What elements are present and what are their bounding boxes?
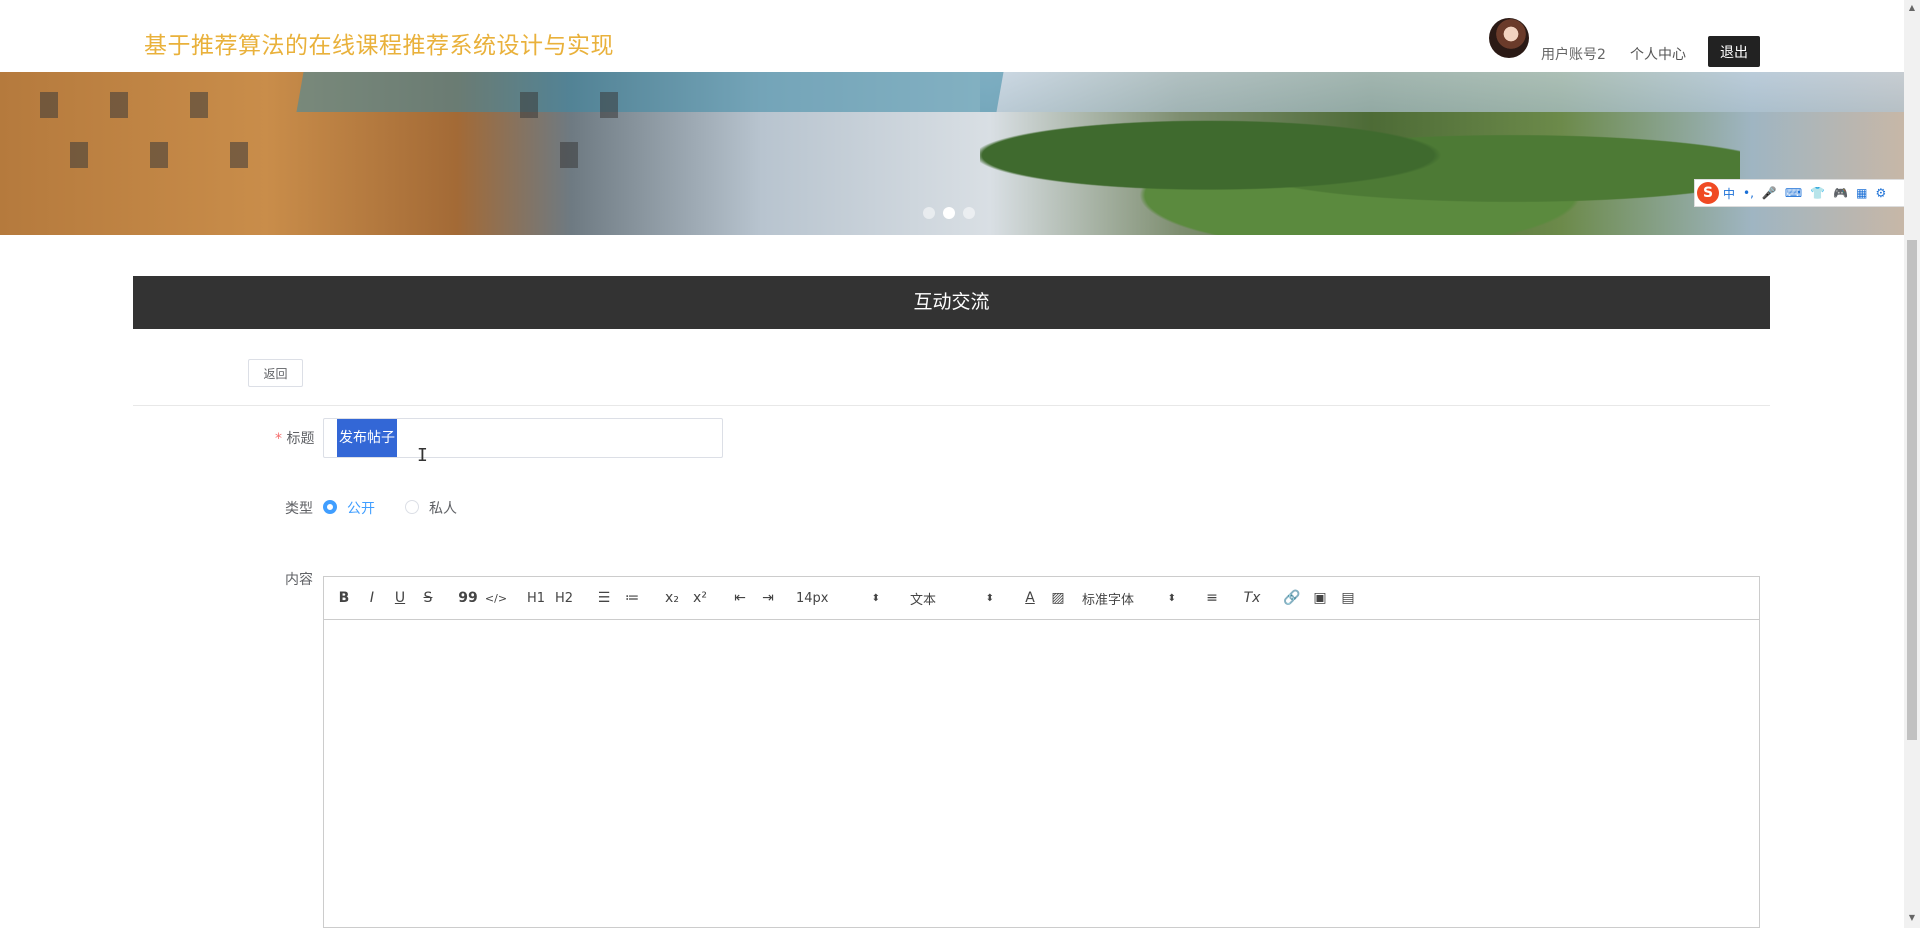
underline-button[interactable]: U: [386, 586, 414, 610]
select-arrows-icon: ⬍: [985, 592, 994, 604]
ime-logo-icon[interactable]: S: [1697, 182, 1719, 204]
mic-icon[interactable]: 🎤: [1762, 186, 1777, 200]
h1-button[interactable]: H1: [522, 586, 550, 610]
background-color-icon[interactable]: ▨: [1044, 586, 1072, 610]
font-family-value: 标准字体: [1082, 592, 1135, 608]
title-label: * 标题: [275, 428, 314, 448]
bullet-list-icon[interactable]: ≔: [618, 586, 646, 610]
font-family-select[interactable]: 标准字体 ⬍: [1082, 589, 1176, 608]
title-label-text: 标题: [286, 431, 315, 447]
editor-toolbar: B I U S 99 </> H1 H2 ☰ ≔ x₂ x² ⇤ ⇥ 14px …: [324, 577, 1759, 620]
section-title: 互动交流: [133, 276, 1770, 329]
video-icon[interactable]: ▤: [1334, 586, 1362, 610]
ime-toolbar[interactable]: S 中 •, 🎤 ⌨ 👕 🎮 ▦ ⚙: [1694, 179, 1918, 207]
subscript-button[interactable]: x₂: [658, 586, 686, 610]
keyboard-icon[interactable]: ⌨: [1785, 186, 1802, 200]
radio-private-label[interactable]: 私人: [429, 498, 457, 518]
scroll-down-icon[interactable]: ▼: [1906, 912, 1918, 924]
back-button[interactable]: 返回: [248, 359, 303, 387]
title-input-value[interactable]: 发布帖子: [337, 419, 397, 457]
strike-button[interactable]: S: [414, 586, 442, 610]
ordered-list-icon[interactable]: ☰: [590, 586, 618, 610]
italic-button[interactable]: I: [358, 586, 386, 610]
user-name[interactable]: 用户账号2: [1541, 44, 1606, 64]
carousel-dot[interactable]: [923, 207, 935, 219]
site-title[interactable]: 基于推荐算法的在线课程推荐系统设计与实现: [144, 26, 614, 60]
required-star: *: [275, 431, 287, 447]
h2-button[interactable]: H2: [550, 586, 578, 610]
ime-punct[interactable]: •,: [1743, 186, 1754, 200]
title-input[interactable]: 发布帖子 I: [323, 418, 723, 466]
text-cursor-icon: I: [417, 445, 428, 466]
radio-private[interactable]: [405, 500, 419, 514]
radio-public[interactable]: [323, 500, 337, 514]
user-avatar[interactable]: [1489, 18, 1529, 58]
align-icon[interactable]: ≡: [1198, 586, 1226, 610]
blockquote-button[interactable]: 99: [454, 586, 482, 610]
indent-icon[interactable]: ⇥: [754, 586, 782, 610]
type-label: 类型: [285, 501, 313, 517]
scrollbar-thumb[interactable]: [1907, 240, 1917, 740]
superscript-button[interactable]: x²: [686, 586, 714, 610]
font-size-select[interactable]: 14px ⬍: [796, 591, 880, 606]
carousel-dot[interactable]: [963, 207, 975, 219]
divider: [133, 405, 1770, 406]
profile-link[interactable]: 个人中心: [1630, 44, 1686, 64]
code-block-button[interactable]: </>: [482, 586, 510, 610]
font-color-button[interactable]: A: [1016, 586, 1044, 610]
scroll-up-icon[interactable]: ▲: [1906, 2, 1918, 14]
outdent-icon[interactable]: ⇤: [726, 586, 754, 610]
grid-icon[interactable]: ▦: [1856, 186, 1867, 200]
gamepad-icon[interactable]: 🎮: [1833, 186, 1848, 200]
logout-button[interactable]: 退出: [1708, 36, 1760, 67]
header-select-value: 文本: [910, 592, 937, 608]
clean-format-button[interactable]: Tx: [1238, 586, 1266, 610]
image-icon[interactable]: ▣: [1306, 586, 1334, 610]
carousel-indicators: [923, 207, 975, 219]
select-arrows-icon: ⬍: [1167, 592, 1176, 604]
ime-lang[interactable]: 中: [1723, 185, 1735, 202]
rich-text-editor[interactable]: B I U S 99 </> H1 H2 ☰ ≔ x₂ x² ⇤ ⇥ 14px …: [323, 576, 1760, 928]
radio-public-label[interactable]: 公开: [347, 498, 375, 518]
editor-content-area[interactable]: [324, 620, 1759, 920]
select-arrows-icon: ⬍: [871, 592, 880, 604]
gear-icon[interactable]: ⚙: [1875, 186, 1886, 200]
shirt-icon[interactable]: 👕: [1810, 186, 1825, 200]
carousel-dot-active[interactable]: [943, 207, 955, 219]
content-label: 内容: [285, 572, 313, 588]
font-size-value: 14px: [796, 590, 829, 606]
header-select[interactable]: 文本 ⬍: [910, 589, 994, 608]
bold-button[interactable]: B: [330, 586, 358, 610]
site-header: 基于推荐算法的在线课程推荐系统设计与实现 用户账号2 个人中心 退出: [0, 8, 1904, 72]
link-icon[interactable]: 🔗: [1278, 586, 1306, 610]
